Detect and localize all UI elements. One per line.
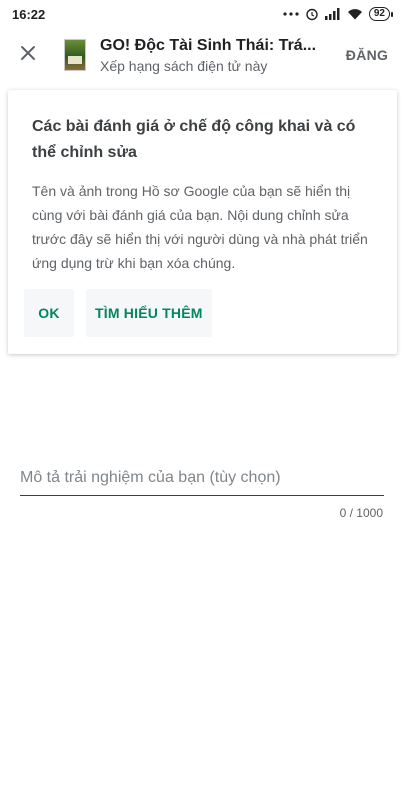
- header-text: GO! Độc Tài Sinh Thái: Trá... Xếp hạng s…: [100, 37, 329, 74]
- character-counter: 0 / 1000: [339, 506, 383, 520]
- status-bar: 16:22 92: [0, 0, 405, 28]
- header-subtitle: Xếp hạng sách điện tử này: [100, 57, 268, 74]
- close-icon: [20, 45, 36, 66]
- battery-level: 92: [368, 7, 390, 21]
- book-cover-thumbnail: [64, 39, 86, 71]
- alarm-icon: [305, 7, 319, 21]
- learn-more-button[interactable]: TÌM HIỂU THÊM: [86, 289, 212, 337]
- ok-button[interactable]: OK: [24, 289, 74, 337]
- status-time: 16:22: [12, 6, 46, 22]
- book-title: GO! Độc Tài Sinh Thái: Trá...: [100, 36, 317, 54]
- public-reviews-info-card: Các bài đánh giá ở chế độ công khai và c…: [8, 90, 397, 354]
- review-placeholder: Mô tả trải nghiệm của bạn (tùy chọn): [20, 469, 281, 486]
- more-dots-icon: [283, 11, 299, 17]
- card-title: Các bài đánh giá ở chế độ công khai và c…: [32, 118, 356, 161]
- wifi-icon: [347, 8, 363, 20]
- close-button[interactable]: [0, 28, 56, 82]
- battery-icon: 92: [368, 7, 393, 21]
- post-button[interactable]: ĐĂNG: [329, 47, 405, 63]
- card-actions: OK TÌM HIỂU THÊM: [24, 289, 212, 337]
- card-body: Tên và ảnh trong Hồ sơ Google của bạn sẽ…: [32, 183, 368, 271]
- review-description-input[interactable]: Mô tả trải nghiệm của bạn (tùy chọn): [20, 466, 384, 496]
- status-icons: 92: [283, 7, 393, 21]
- app-header: GO! Độc Tài Sinh Thái: Trá... Xếp hạng s…: [0, 28, 405, 82]
- signal-icon: [324, 8, 341, 20]
